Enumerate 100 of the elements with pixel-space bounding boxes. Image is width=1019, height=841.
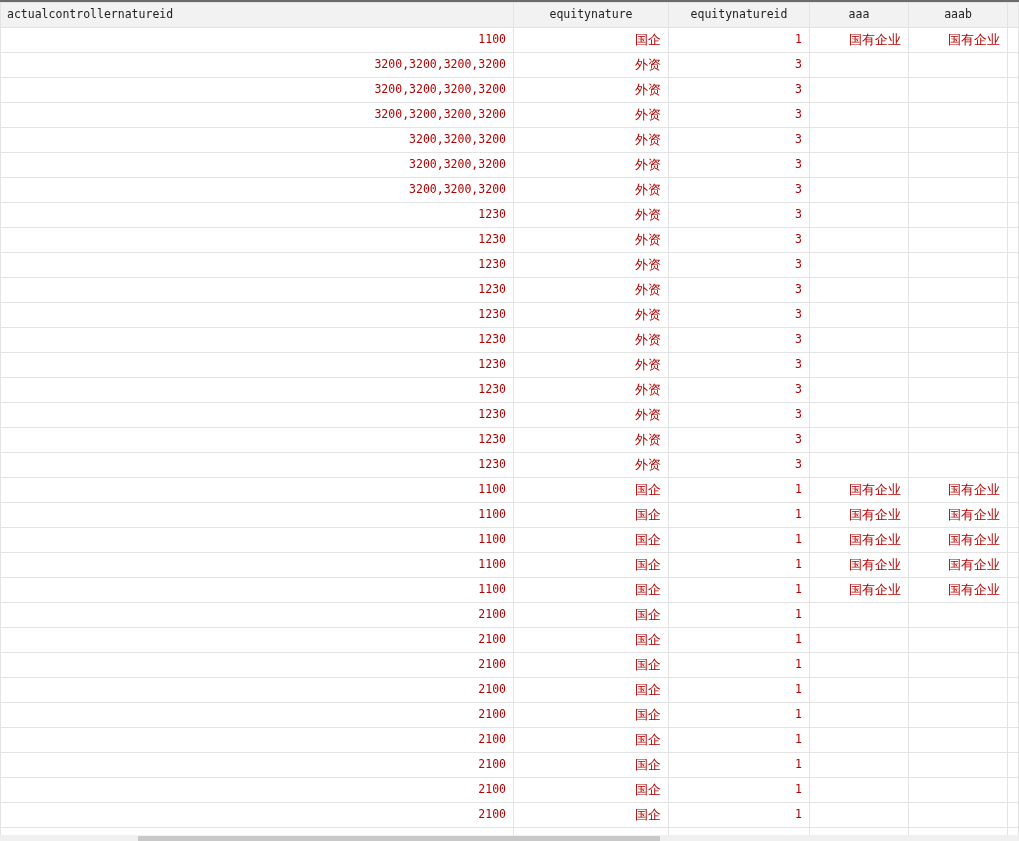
table-cell: 国企 <box>513 502 669 528</box>
table-cell: 1 <box>668 602 810 628</box>
table-cell: 1 <box>668 527 810 553</box>
table-cell: 1 <box>668 577 810 603</box>
table-cell: 1 <box>668 27 810 53</box>
table-cell: 3 <box>668 227 810 253</box>
table-cell: 1230 <box>0 377 514 403</box>
table-cell: 3 <box>668 252 810 278</box>
table-cell: 1 <box>668 727 810 753</box>
table-cell: 3 <box>668 427 810 453</box>
table-cell: 3 <box>668 327 810 353</box>
table-cell: 1230 <box>0 227 514 253</box>
table-cell: 国企 <box>513 527 669 553</box>
table-cell: 1 <box>668 677 810 703</box>
table-cell: 1 <box>668 652 810 678</box>
table-cell: 1100 <box>0 477 514 503</box>
table-cell: 国有企业 <box>908 527 1008 553</box>
table-cell: 2100 <box>0 802 514 828</box>
table-cell: 国有企业 <box>908 27 1008 53</box>
table-cell: 1100 <box>0 27 514 53</box>
table-cell: 1230 <box>0 327 514 353</box>
table-cell: 1100 <box>0 527 514 553</box>
table-cell: 国有企业 <box>809 527 909 553</box>
table-cell: 3 <box>668 402 810 428</box>
table-cell: 3200,3200,3200,3200 <box>0 77 514 103</box>
column-header[interactable]: actualcontrollernatureid <box>0 2 514 28</box>
table-cell: 外资 <box>513 302 669 328</box>
table-cell: 外资 <box>513 352 669 378</box>
table-cell: 1 <box>668 627 810 653</box>
table-cell: 1100 <box>0 502 514 528</box>
table-cell: 外资 <box>513 227 669 253</box>
table-cell: 国有企业 <box>908 577 1008 603</box>
column-header[interactable]: equitynatureid <box>668 2 810 28</box>
table-cell: 国企 <box>513 477 669 503</box>
table-cell: 国有企业 <box>809 27 909 53</box>
table-cell: 3200,3200,3200,3200 <box>0 102 514 128</box>
table-cell: 3 <box>668 102 810 128</box>
column-header[interactable]: equitynature <box>513 2 669 28</box>
column-header[interactable]: aaab <box>908 2 1008 28</box>
table-cell: 2100 <box>0 752 514 778</box>
table-cell: 外资 <box>513 177 669 203</box>
table-cell: 国企 <box>513 602 669 628</box>
table-cell: 国企 <box>513 752 669 778</box>
table-cell: 国有企业 <box>908 477 1008 503</box>
table-cell: 外资 <box>513 427 669 453</box>
table-cell: 外资 <box>513 277 669 303</box>
table-cell: 3 <box>668 127 810 153</box>
table-cell: 国企 <box>513 802 669 828</box>
table-cell: 外资 <box>513 252 669 278</box>
table-cell: 1 <box>668 802 810 828</box>
table-cell: 国企 <box>513 27 669 53</box>
table-cell: 外资 <box>513 102 669 128</box>
table-cell: 1230 <box>0 402 514 428</box>
table-cell: 1 <box>668 477 810 503</box>
table-cell: 1230 <box>0 452 514 478</box>
scrollbar-thumb[interactable] <box>138 836 660 841</box>
table-cell: 3200,3200,3200 <box>0 152 514 178</box>
table-cell: 国企 <box>513 777 669 803</box>
table-cell: 3 <box>668 452 810 478</box>
table-cell: 国企 <box>513 627 669 653</box>
table-cell: 3 <box>668 352 810 378</box>
table-cell: 外资 <box>513 52 669 78</box>
table-cell: 外资 <box>513 402 669 428</box>
table-cell: 国企 <box>513 677 669 703</box>
table-cell: 外资 <box>513 127 669 153</box>
table-cell: 2100 <box>0 602 514 628</box>
table-cell: 国企 <box>513 702 669 728</box>
table-cell: 国企 <box>513 552 669 578</box>
table-cell: 2100 <box>0 727 514 753</box>
table-cell: 3200,3200,3200 <box>0 127 514 153</box>
table-cell: 3 <box>668 152 810 178</box>
table-cell: 1100 <box>0 552 514 578</box>
column-header[interactable]: aaa <box>809 2 909 28</box>
table-cell: 外资 <box>513 377 669 403</box>
table-cell: 2100 <box>0 777 514 803</box>
table-cell: 国企 <box>513 727 669 753</box>
table-cell: 2100 <box>0 677 514 703</box>
table-cell: 国有企业 <box>809 477 909 503</box>
table-cell: 1 <box>668 702 810 728</box>
horizontal-scrollbar[interactable] <box>0 835 1019 841</box>
table-cell: 国有企业 <box>908 552 1008 578</box>
table-cell: 外资 <box>513 202 669 228</box>
table-cell: 外资 <box>513 327 669 353</box>
table-cell: 外资 <box>513 452 669 478</box>
table-cell: 1230 <box>0 302 514 328</box>
table-cell: 国有企业 <box>809 577 909 603</box>
table-cell: 1230 <box>0 427 514 453</box>
table-cell: 1230 <box>0 277 514 303</box>
table-cell: 3 <box>668 202 810 228</box>
table-cell: 3 <box>668 277 810 303</box>
table-cell: 1 <box>668 552 810 578</box>
table-cell: 2100 <box>0 627 514 653</box>
table-cell: 国有企业 <box>809 552 909 578</box>
table-cell: 1230 <box>0 352 514 378</box>
table-cell: 2100 <box>0 652 514 678</box>
table-cell: 3 <box>668 52 810 78</box>
table-cell: 国企 <box>513 577 669 603</box>
table-cell: 3200,3200,3200 <box>0 177 514 203</box>
table-cell: 1230 <box>0 202 514 228</box>
table-cell: 3 <box>668 77 810 103</box>
